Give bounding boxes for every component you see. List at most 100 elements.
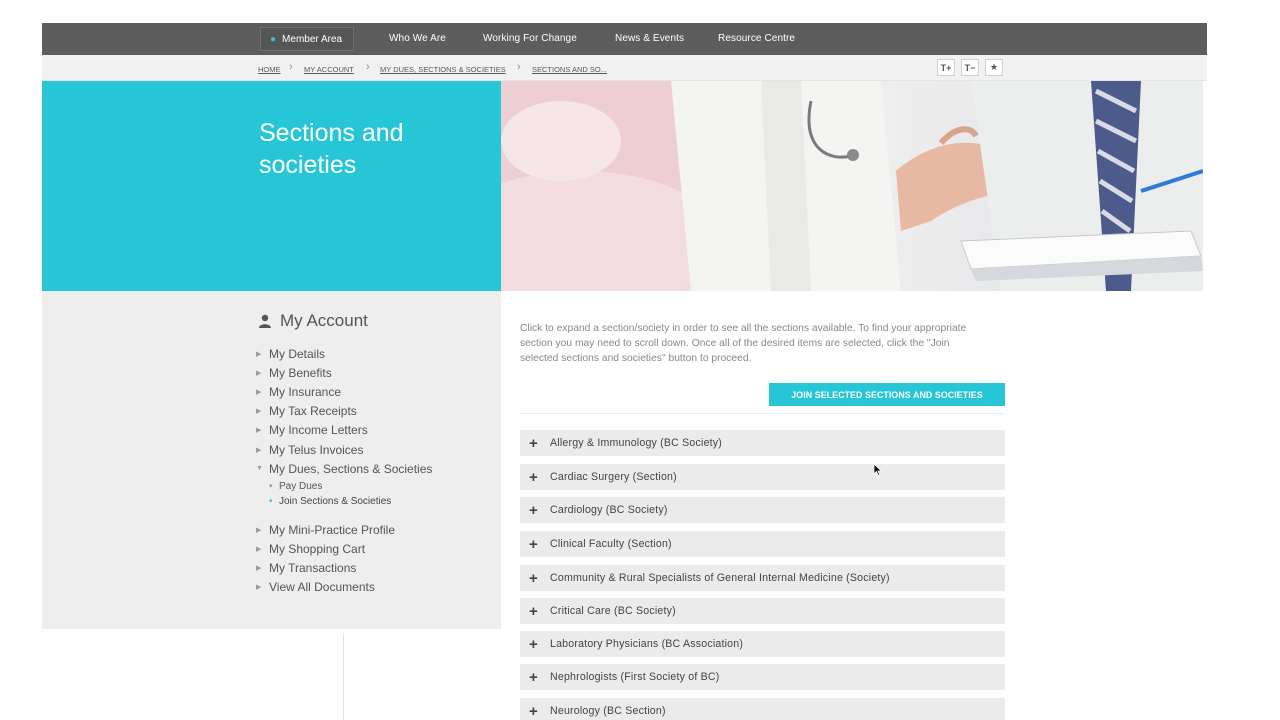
bookmark-star-button[interactable]: ★ [985,59,1003,76]
caret-right-icon: ▶ [256,565,262,573]
sidebar-item-label: My Tax Receipts [269,404,357,419]
plus-icon: + [529,668,538,686]
sidebar-item-label: My Insurance [269,384,342,399]
caret-right-icon: ▶ [256,446,262,454]
sidebar-item-view-all-documents[interactable]: ▶ View All Documents [256,578,432,597]
text-increase-button[interactable]: T+ [937,59,955,76]
plus-icon: + [529,535,538,553]
sidebar-item-label: My Transactions [269,561,357,576]
caret-right-icon: ▶ [256,427,262,435]
plus-icon: + [529,501,538,519]
accordion-item[interactable]: + Laboratory Physicians (BC Association) [520,631,1005,657]
breadcrumb-my-dues[interactable]: MY DUES, SECTIONS & SOCIETIES [380,65,506,74]
nav-resource-centre[interactable]: Resource Centre [718,33,795,44]
sidebar-item-label: My Benefits [269,365,332,380]
accordion-item[interactable]: + Critical Care (BC Society) [520,598,1005,624]
sidebar-title: My Account [280,311,368,330]
join-selected-button[interactable]: JOIN SELECTED SECTIONS AND SOCIETIES [769,383,1005,406]
accordion-label: Clinical Faculty (Section) [550,538,672,550]
chevron-right-icon: › [366,61,370,73]
sidebar-item-my-shopping-cart[interactable]: ▶ My Shopping Cart [256,540,432,559]
page-title: Sections and societies [259,119,404,179]
caret-right-icon: ▶ [256,546,262,554]
user-icon [259,314,271,328]
caret-down-icon: ▼ [256,465,263,473]
accordion-label: Community & Rural Specialists of General… [550,572,890,584]
accordion-label: Cardiology (BC Society) [550,504,668,516]
member-area-label: Member Area [282,33,343,45]
caret-right-icon: ▶ [256,388,262,396]
sidebar-item-label: View All Documents [269,580,375,595]
caret-right-icon: ▶ [256,369,262,377]
accordion-item[interactable]: + Community & Rural Specialists of Genera… [520,565,1005,591]
bullet-icon: • [269,481,273,493]
sidebar-item-my-transactions[interactable]: ▶ My Transactions [256,559,432,578]
sidebar-item-label: My Telus Invoices [269,442,364,457]
accordion-label: Allergy & Immunology (BC Society) [550,437,723,449]
breadcrumb-current[interactable]: SECTIONS AND SO... [532,65,607,74]
doctors-handshake-photo [501,81,1203,291]
member-area-button[interactable]: ● Member Area [260,27,355,51]
sidebar-menu: ▶ My Details ▶ My Benefits ▶ My Insurance ▶… [256,344,432,597]
nav-who-we-are[interactable]: Who We Are [389,33,446,44]
caret-right-icon: ▶ [256,526,262,534]
plus-icon: + [529,468,538,486]
accordion-label: Cardiac Surgery (Section) [550,471,677,483]
accordion-item[interactable]: + Clinical Faculty (Section) [520,531,1005,557]
sidebar-item-my-telus-invoices[interactable]: ▶ My Telus Invoices [256,440,432,459]
bullet-icon: • [269,496,273,508]
accordion-item[interactable]: + Neurology (BC Section) [520,698,1005,720]
accordion-item[interactable]: + Nephrologists (First Society of BC) [520,664,1005,690]
sidebar-item-label: My Income Letters [269,423,368,438]
plus-icon: + [529,434,538,452]
chevron-right-icon: › [517,61,521,73]
accordion-item[interactable]: + Cardiology (BC Society) [520,497,1005,523]
nav-news-events[interactable]: News & Events [615,33,684,44]
sidebar-subitem-join-sections[interactable]: • Join Sections & Societies [269,494,432,509]
accordion-item[interactable]: + Allergy & Immunology (BC Society) [520,430,1005,456]
sidebar-item-my-details[interactable]: ▶ My Details [256,344,432,363]
sidebar-header: My Account [258,311,368,331]
sidebar-item-my-insurance[interactable]: ▶ My Insurance [256,382,432,401]
sidebar-item-my-dues-sections-societies[interactable]: ▼ My Dues, Sections & Societies [256,459,432,478]
accordion-item[interactable]: + Cardiac Surgery (Section) [520,464,1005,490]
caret-right-icon: ▶ [256,584,262,592]
sidebar-item-label: My Mini-Practice Profile [269,522,396,537]
plus-icon: + [529,635,538,653]
sidebar-item-my-mini-practice-profile[interactable]: ▶ My Mini-Practice Profile [256,520,432,539]
accordion-label: Laboratory Physicians (BC Association) [550,638,744,650]
sidebar-submenu: • Pay Dues • Join Sections & Societies [256,479,432,509]
sidebar-item-my-benefits[interactable]: ▶ My Benefits [256,363,432,382]
caret-right-icon: ▶ [256,408,262,416]
plus-icon: + [529,602,538,620]
plus-icon: + [529,569,538,587]
mouse-cursor-icon [873,463,883,477]
accordion-label: Critical Care (BC Society) [550,605,676,617]
sidebar-item-label: My Shopping Cart [269,542,366,557]
divider [343,633,344,720]
person-icon: ● [270,33,277,45]
account-sidebar: My Account ▶ My Details ▶ My Benefits ▶ My … [42,291,501,629]
text-decrease-button[interactable]: T− [961,59,979,76]
accordion-label: Nephrologists (First Society of BC) [550,671,720,683]
intro-text: Click to expand a section/society in ord… [520,323,967,364]
sidebar-subitem-label: Join Sections & Societies [279,496,392,508]
sidebar-subitem-pay-dues[interactable]: • Pay Dues [269,479,432,494]
sidebar-submenu-container: • Pay Dues • Join Sections & Societies [256,479,432,509]
sidebar-item-label: My Details [269,346,326,361]
nav-working-for-change[interactable]: Working For Change [483,33,577,44]
breadcrumb-home[interactable]: HOME [258,65,281,74]
sidebar-item-my-income-letters[interactable]: ▶ My Income Letters [256,421,432,440]
divider [520,413,1005,414]
breadcrumb: HOME › MY ACCOUNT › MY DUES, SECTIONS & … [42,55,1207,81]
breadcrumb-my-account[interactable]: MY ACCOUNT [304,65,354,74]
accordion-label: Neurology (BC Section) [550,705,666,717]
top-navigation: ● Member Area Who We Are Working For Cha… [42,23,1207,55]
caret-right-icon: ▶ [256,350,262,358]
sidebar-subitem-label: Pay Dues [279,481,323,493]
chevron-right-icon: › [289,61,293,73]
sidebar-item-label: My Dues, Sections & Societies [269,461,433,476]
plus-icon: + [529,702,538,720]
hero-banner: Sections and societies [42,81,501,291]
sidebar-item-my-tax-receipts[interactable]: ▶ My Tax Receipts [256,402,432,421]
